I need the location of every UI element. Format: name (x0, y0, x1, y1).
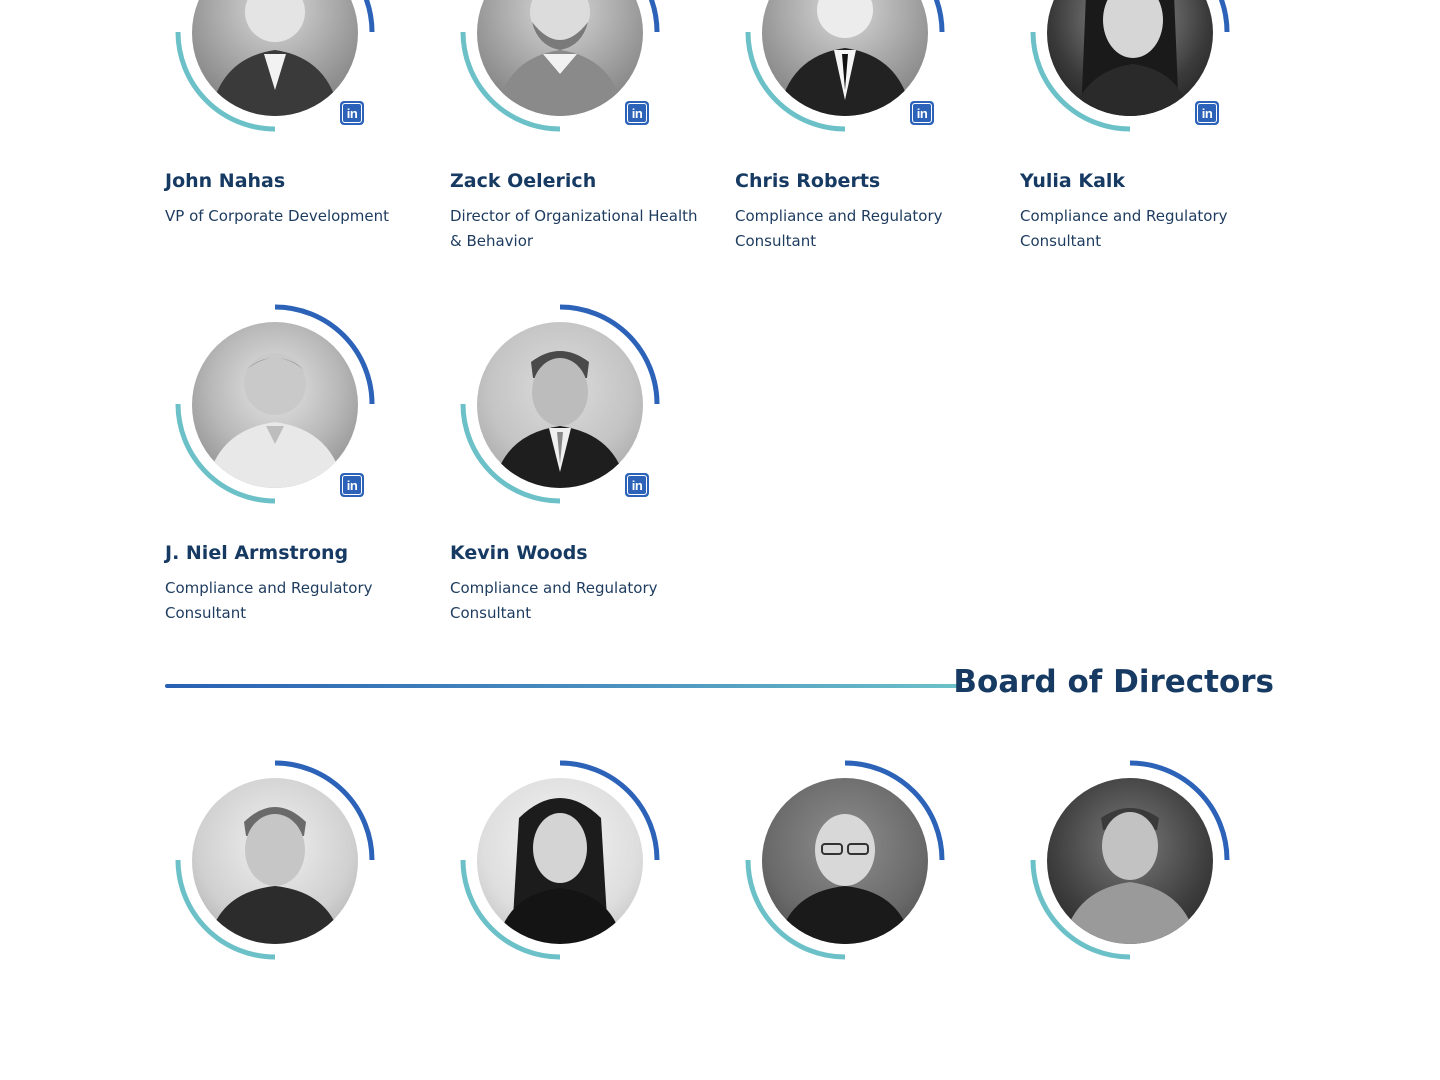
profile-photo (477, 778, 643, 944)
team-member-card: in Kevin Woods Compliance and Regulatory… (450, 304, 735, 624)
profile-photo (192, 322, 358, 488)
member-role: Compliance and Regulatory Consultant (165, 579, 373, 622)
profile-photo-frame: in (745, 0, 945, 132)
member-name: Chris Roberts (735, 170, 881, 192)
linkedin-icon[interactable]: in (1195, 101, 1219, 125)
board-member-card (1020, 760, 1305, 1080)
profile-photo (477, 322, 643, 488)
board-grid-row-1 (165, 760, 1305, 1080)
linkedin-icon[interactable]: in (625, 101, 649, 125)
team-member-card: in Yulia Kalk Compliance and Regulatory … (1020, 0, 1305, 252)
linkedin-icon[interactable]: in (340, 101, 364, 125)
team-grid-row-1: in John Nahas VP of Corporate Developmen… (165, 0, 1305, 252)
board-member-card (450, 760, 735, 1080)
linkedin-icon[interactable]: in (340, 473, 364, 497)
board-member-card (165, 760, 450, 1080)
team-member-card: in Zack Oelerich Director of Organizatio… (450, 0, 735, 252)
member-role: Compliance and Regulatory Consultant (735, 207, 943, 250)
linkedin-icon[interactable]: in (625, 473, 649, 497)
member-role: VP of Corporate Development (165, 207, 390, 225)
member-name: Yulia Kalk (1020, 170, 1126, 192)
profile-photo-frame (175, 760, 375, 960)
profile-photo-frame: in (1030, 0, 1230, 132)
profile-photo (192, 778, 358, 944)
section-title: Board of Directors (953, 664, 1274, 700)
member-role: Director of Organizational Health & Beha… (450, 207, 698, 250)
team-member-card: in John Nahas VP of Corporate Developmen… (165, 0, 450, 252)
member-role: Compliance and Regulatory Consultant (1020, 207, 1228, 250)
member-name: J. Niel Armstrong (165, 542, 349, 564)
profile-photo-frame (745, 760, 945, 960)
profile-photo-frame (1030, 760, 1230, 960)
profile-photo (1047, 778, 1213, 944)
section-divider-line (165, 684, 960, 688)
profile-photo-frame (460, 760, 660, 960)
profile-photo-frame: in (460, 304, 660, 504)
member-role: Compliance and Regulatory Consultant (450, 579, 658, 622)
profile-photo (762, 778, 928, 944)
member-name: John Nahas (165, 170, 286, 192)
profile-photo-frame: in (175, 0, 375, 132)
profile-photo-frame: in (175, 304, 375, 504)
member-name: Zack Oelerich (450, 170, 597, 192)
linkedin-icon[interactable]: in (910, 101, 934, 125)
team-member-card: in Chris Roberts Compliance and Regulato… (735, 0, 1020, 252)
team-grid-row-2: in J. Niel Armstrong Compliance and Regu… (165, 304, 1305, 624)
board-member-card (735, 760, 1020, 1080)
member-name: Kevin Woods (450, 542, 588, 564)
profile-photo-frame: in (460, 0, 660, 132)
team-member-card: in J. Niel Armstrong Compliance and Regu… (165, 304, 450, 624)
